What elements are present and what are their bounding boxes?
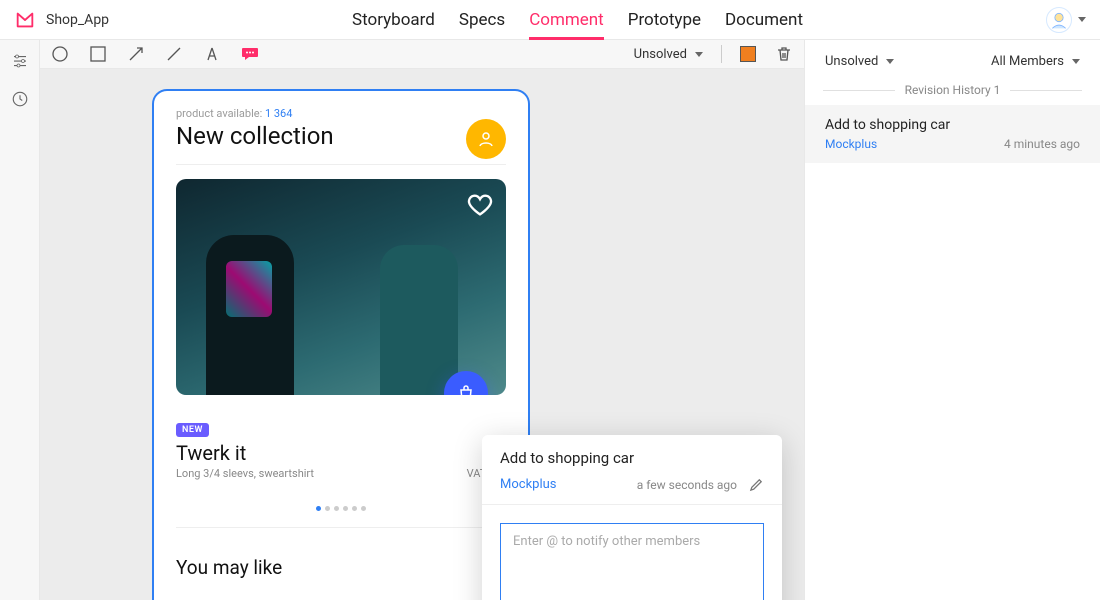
- divider: [176, 527, 506, 528]
- canvas[interactable]: product available: 1 364 New collection: [40, 69, 804, 600]
- toolbar: Unsolved: [40, 40, 804, 69]
- comment-item-time: 4 minutes ago: [1004, 137, 1080, 151]
- app-logo-icon: [14, 9, 36, 31]
- tab-specs[interactable]: Specs: [459, 2, 505, 38]
- product-name: Twerk it: [176, 441, 246, 465]
- favorite-heart-icon[interactable]: [466, 191, 494, 219]
- divider: [176, 164, 506, 165]
- profile-button[interactable]: [466, 119, 506, 159]
- project-name: Shop_App: [46, 12, 109, 28]
- product-image: [176, 179, 506, 395]
- color-swatch[interactable]: [740, 46, 756, 62]
- history-clock-icon[interactable]: [11, 90, 29, 108]
- status-filter-dropdown[interactable]: Unsolved: [634, 47, 703, 62]
- text-tool-icon[interactable]: [202, 44, 222, 64]
- product-description: Long 3/4 sleevs, sweartshirt: [176, 467, 314, 480]
- user-icon: [477, 130, 495, 148]
- trash-icon[interactable]: [774, 44, 794, 64]
- comment-author-link[interactable]: Mockplus: [500, 477, 625, 492]
- panel-status-dropdown[interactable]: Unsolved: [825, 54, 894, 69]
- comment-list-item[interactable]: Add to shopping car Mockplus 4 minutes a…: [805, 105, 1100, 163]
- tab-comment[interactable]: Comment: [529, 2, 604, 38]
- shopping-bag-icon: [456, 383, 476, 395]
- edit-pencil-icon[interactable]: [749, 477, 764, 492]
- circle-tool-icon[interactable]: [50, 44, 70, 64]
- comment-timestamp: a few seconds ago: [637, 478, 737, 492]
- tab-document[interactable]: Document: [725, 2, 803, 38]
- comment-input[interactable]: [500, 523, 764, 600]
- top-bar: Shop_App Storyboard Specs Comment Protot…: [0, 0, 1100, 40]
- user-avatar-icon: [1046, 7, 1072, 33]
- revision-history-label: Revision History 1: [805, 83, 1100, 105]
- caret-down-icon: [695, 52, 703, 57]
- comment-tool-icon[interactable]: [240, 44, 260, 64]
- tab-prototype[interactable]: Prototype: [628, 2, 701, 38]
- left-rail: [0, 40, 40, 600]
- new-badge: NEW: [176, 423, 209, 437]
- product-available-label: product available: 1 364: [154, 107, 528, 120]
- settings-sliders-icon[interactable]: [11, 52, 29, 70]
- artboard[interactable]: product available: 1 364 New collection: [152, 89, 530, 600]
- pagination-dots[interactable]: [154, 490, 528, 527]
- arrow-tool-icon[interactable]: [126, 44, 146, 64]
- comment-item-author[interactable]: Mockplus: [825, 137, 877, 151]
- divider: [721, 45, 722, 63]
- status-filter-label: Unsolved: [634, 47, 687, 62]
- you-may-like-heading: You may like: [154, 542, 528, 579]
- line-tool-icon[interactable]: [164, 44, 184, 64]
- caret-down-icon: [1072, 59, 1080, 64]
- comment-item-title: Add to shopping car: [825, 117, 1080, 133]
- comment-title: Add to shopping car: [500, 449, 764, 467]
- nav-tabs: Storyboard Specs Comment Prototype Docum…: [109, 2, 1046, 38]
- tab-storyboard[interactable]: Storyboard: [352, 2, 435, 38]
- comment-popover: Add to shopping car Mockplus a few secon…: [482, 435, 782, 600]
- rectangle-tool-icon[interactable]: [88, 44, 108, 64]
- caret-down-icon: [886, 59, 894, 64]
- user-menu[interactable]: [1046, 7, 1086, 33]
- caret-down-icon: [1078, 17, 1086, 22]
- panel-members-dropdown[interactable]: All Members: [991, 54, 1080, 69]
- right-panel: Unsolved All Members Revision History 1 …: [804, 40, 1100, 600]
